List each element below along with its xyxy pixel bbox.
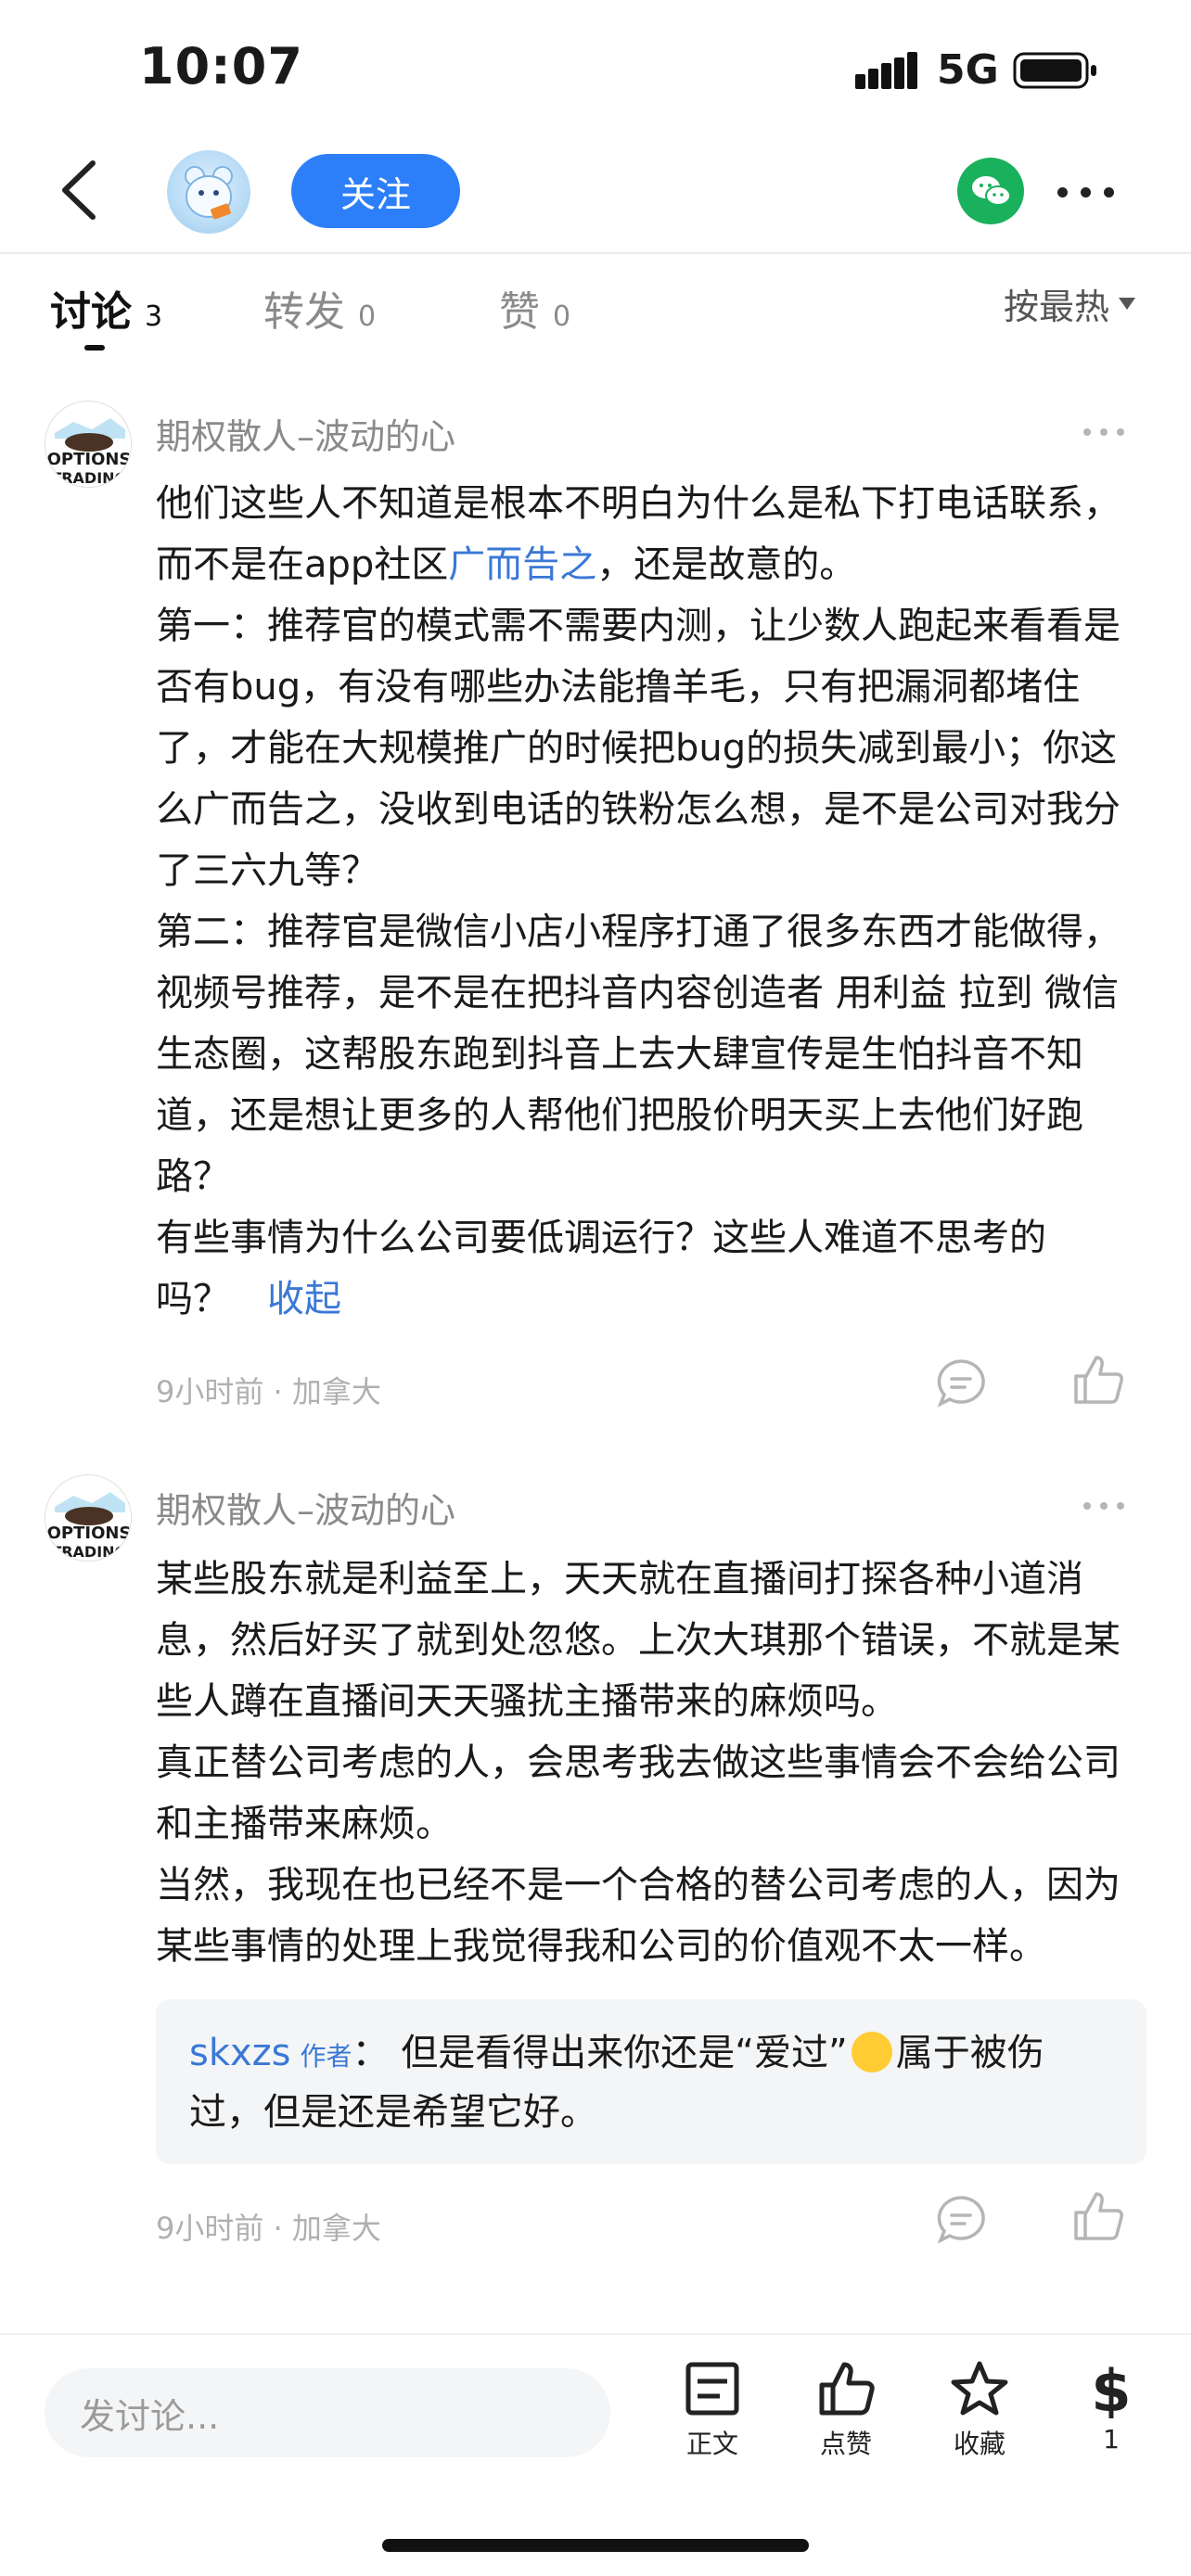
like-label: 点赞 — [819, 2429, 872, 2459]
comment-paragraph: 第一：推荐官的模式需不需要内测，让少数人跑起来看看是否有bug，有没有哪些办法能… — [156, 605, 1121, 892]
comment-paragraph: 他们这些人不知道是根本不明白为什么是私下打电话联系，而不是在app社区广而告之，… — [156, 482, 1121, 586]
reply-icon[interactable] — [933, 2192, 989, 2248]
comment-meta: 9小时前 · 加拿大 — [156, 1374, 381, 1409]
network-label: 5G — [937, 46, 999, 94]
header-divider — [0, 252, 1191, 254]
commenter-avatar[interactable]: OPTIONS TRADING — [45, 401, 132, 488]
favorite-button[interactable]: 收藏 — [924, 2359, 1035, 2461]
comment-more-icon[interactable] — [1083, 423, 1139, 441]
tab-repost[interactable]: 转发 0 — [263, 278, 376, 338]
dollar-icon: $ — [1091, 2359, 1131, 2418]
favorite-label: 收藏 — [953, 2429, 1005, 2459]
svg-text:OPTIONS: OPTIONS — [47, 450, 132, 469]
comment-time: 9小时前 — [156, 1374, 264, 1409]
active-tab-indicator — [84, 345, 105, 351]
comment-paragraph: 第二：推荐官是微信小店小程序打通了很多东西才能做得，视频号推荐，是不是在把抖音内… — [156, 911, 1121, 1198]
signal-icon — [855, 52, 918, 89]
tip-count: 1 — [1103, 2424, 1120, 2455]
sort-label: 按最热 — [1004, 287, 1110, 327]
comment-input-placeholder: 发讨论... — [80, 2395, 220, 2437]
reply-username[interactable]: skxzs — [189, 2032, 291, 2074]
comment-location: 加拿大 — [291, 2211, 381, 2246]
collapse-link[interactable]: 收起 — [267, 1278, 341, 1320]
battery-icon — [1013, 52, 1096, 89]
comment-username[interactable]: 期权散人–波动的心 — [156, 1482, 455, 1533]
comment-paragraph: 有些事情为什么公司要低调运行？这些人难道不思考的吗？ 收起 — [156, 1217, 1046, 1320]
bottom-bar-divider — [0, 2333, 1191, 2335]
chevron-down-icon — [1119, 298, 1136, 310]
back-icon[interactable] — [52, 158, 108, 223]
thumbs-up-icon[interactable] — [1070, 2188, 1126, 2244]
reply-text: 但是看得出来你还是“爱过” — [401, 2032, 848, 2074]
comment-paragraph: 当然，我现在也已经不是一个合格的替公司考虑的人，因为某些事情的处理上我觉得我和公… — [156, 1864, 1121, 1968]
follow-button[interactable]: 关注 — [291, 154, 460, 228]
hashtag-link[interactable]: 广而告之 — [448, 543, 596, 586]
options-trading-logo-icon: OPTIONS TRADING — [45, 1475, 132, 1561]
sort-dropdown[interactable]: 按最热 — [1004, 278, 1136, 329]
tab-discussion[interactable]: 讨论 3 — [50, 278, 162, 338]
tip-button[interactable]: $ 1 — [1056, 2359, 1167, 2455]
tab-count: 0 — [553, 300, 571, 333]
thumbs-up-icon[interactable] — [1070, 1352, 1126, 1408]
reply-icon[interactable] — [933, 1356, 989, 1411]
more-options-icon[interactable] — [1057, 178, 1132, 206]
options-trading-logo-icon: OPTIONS TRADING — [45, 402, 132, 487]
like-button[interactable]: 点赞 — [790, 2359, 902, 2461]
author-badge: 作者 — [300, 2041, 352, 2072]
commenter-avatar[interactable]: OPTIONS TRADING — [45, 1474, 132, 1562]
comment-paragraph: 真正替公司考虑的人，会思考我去做这些事情会不会给公司和主播带来麻烦。 — [156, 1741, 1121, 1845]
article-button[interactable]: 正文 — [657, 2359, 768, 2461]
author-avatar[interactable] — [167, 150, 250, 234]
comment-body: 某些股东就是利益至上，天天就在直播间打探各种小道消息，然后好买了就到处忽悠。上次… — [156, 1549, 1148, 1977]
comment-input[interactable]: 发讨论... — [45, 2368, 610, 2457]
article-label: 正文 — [685, 2429, 738, 2459]
document-icon — [685, 2362, 739, 2416]
comment-paragraph: 某些股东就是利益至上，天天就在直播间打探各种小道消息，然后好买了就到处忽悠。上次… — [156, 1558, 1121, 1723]
svg-text:TRADING: TRADING — [51, 1543, 126, 1561]
laughing-emoji-icon — [851, 2032, 892, 2072]
comment-meta: 9小时前 · 加拿大 — [156, 2211, 381, 2246]
tab-label: 赞 — [499, 288, 540, 336]
bear-mascot-icon — [185, 166, 233, 220]
svg-text:TRADING: TRADING — [51, 469, 126, 487]
svg-text:OPTIONS: OPTIONS — [47, 1524, 132, 1543]
tab-label: 转发 — [263, 288, 345, 336]
tab-likes[interactable]: 赞 0 — [499, 278, 570, 338]
status-time: 10:07 — [139, 37, 303, 96]
tab-count: 3 — [145, 300, 163, 333]
tab-count: 0 — [358, 300, 377, 333]
tab-label: 讨论 — [50, 288, 132, 336]
thumbs-up-icon — [819, 2362, 875, 2416]
comment-time: 9小时前 — [156, 2211, 264, 2246]
comment-body: 他们这些人不知道是根本不明白为什么是私下打电话联系，而不是在app社区广而告之，… — [156, 473, 1148, 1330]
svg-text:$: $ — [1091, 2359, 1131, 2418]
wechat-icon — [972, 176, 1011, 206]
home-indicator — [382, 2539, 809, 2552]
wechat-share-button[interactable] — [957, 158, 1024, 224]
comment-more-icon[interactable] — [1083, 1497, 1139, 1515]
star-icon — [951, 2361, 1008, 2416]
author-reply[interactable]: skxzs 作者： 但是看得出来你还是“爱过” 属于被伤过，但是还是希望它好。 — [156, 1999, 1146, 2164]
comment-location: 加拿大 — [291, 1374, 381, 1409]
comment-username[interactable]: 期权散人–波动的心 — [156, 408, 455, 459]
